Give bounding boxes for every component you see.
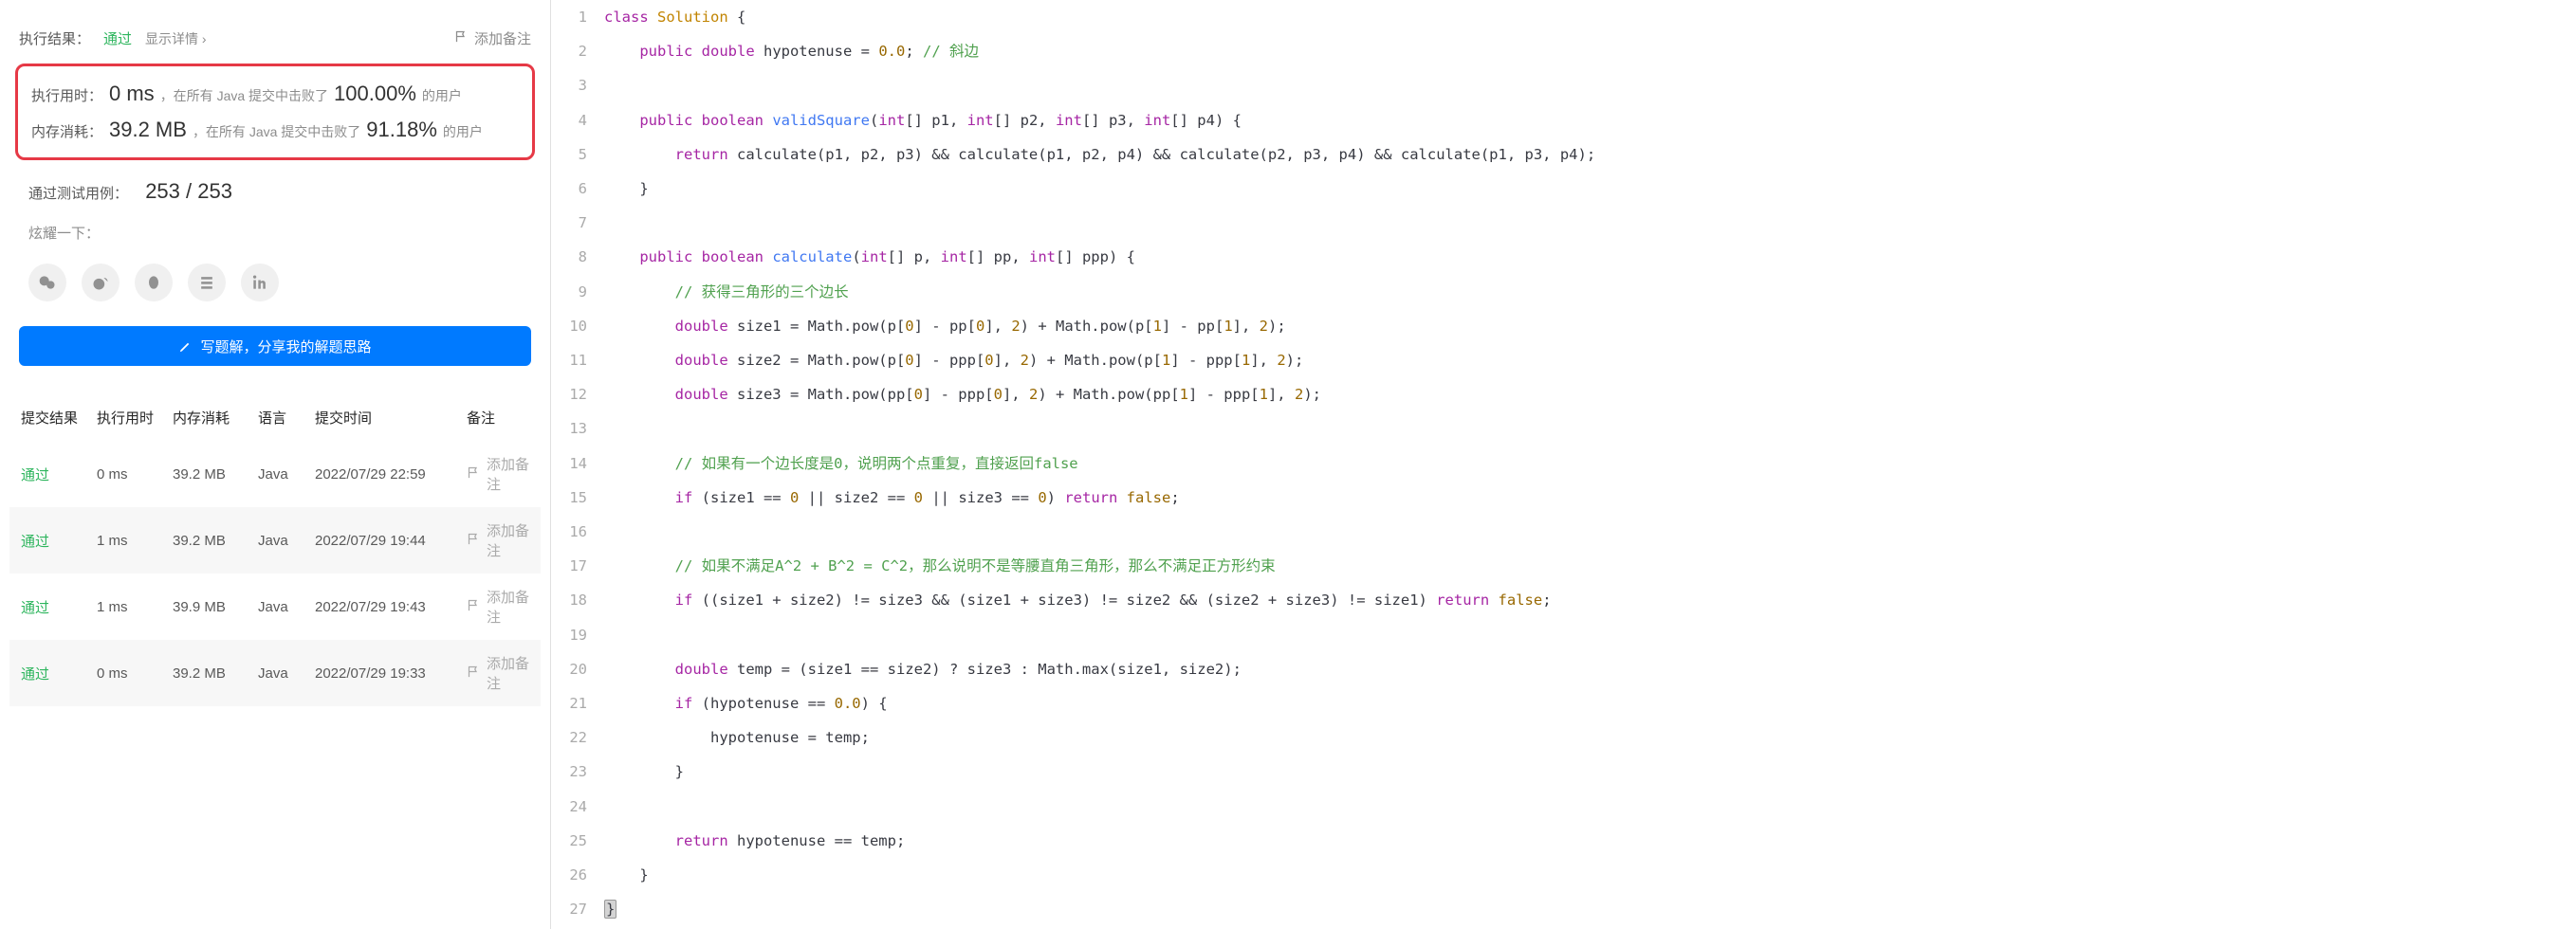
table-row[interactable]: 通过 1 ms39.9 MBJava2022/07/29 19:43添加备注 [9,574,541,640]
testcases-value: 253 / 253 [145,179,232,203]
th-note: 备注 [467,408,529,428]
table-row[interactable]: 通过 0 ms39.2 MBJava2022/07/29 22:59添加备注 [9,441,541,507]
result-header: 执行结果： 通过 显示详情 添加备注 [9,19,541,58]
row-time: 0 ms [97,466,173,483]
memory-text2: 的用户 [443,122,483,141]
runtime-text1: ，在所有 Java 提交中击败了 [160,86,328,105]
row-lang: Java [258,599,315,615]
row-date: 2022/07/29 19:33 [315,665,467,682]
memory-pct: 91.18% [366,118,437,142]
share-icons-row [9,252,541,313]
add-note-label: 添加备注 [474,28,531,48]
write-solution-label: 写题解，分享我的解题思路 [200,337,371,356]
flag-icon [467,465,481,483]
row-result[interactable]: 通过 [21,534,49,550]
testcases-row: 通过测试用例： 253 / 253 [9,170,541,213]
memory-row: 内存消耗： 39.2 MB ，在所有 Java 提交中击败了 91.18% 的用… [31,112,519,148]
wechat-icon[interactable] [28,264,66,301]
code-content[interactable]: class Solution { public double hypotenus… [604,0,2576,929]
runtime-label: 执行用时： [31,85,109,105]
row-mem: 39.2 MB [173,665,258,682]
row-lang: Java [258,665,315,682]
qq-icon[interactable] [135,264,173,301]
row-mem: 39.9 MB [173,599,258,615]
write-solution-button[interactable]: 写题解，分享我的解题思路 [19,326,531,366]
testcases-label: 通过测试用例： [28,186,128,202]
th-date: 提交时间 [315,408,467,428]
memory-text1: ，在所有 Java 提交中击败了 [193,122,360,141]
th-mem: 内存消耗 [173,408,258,428]
runtime-text2: 的用户 [422,86,462,105]
row-date: 2022/07/29 19:44 [315,533,467,549]
row-add-note[interactable]: 添加备注 [467,587,529,627]
row-result[interactable]: 通过 [21,600,49,616]
runtime-pct: 100.00% [334,82,416,106]
memory-label: 内存消耗： [31,121,109,141]
flag-icon [467,665,481,683]
row-lang: Java [258,533,315,549]
row-add-note[interactable]: 添加备注 [467,653,529,693]
linkedin-icon[interactable] [241,264,279,301]
row-add-note[interactable]: 添加备注 [467,520,529,560]
row-date: 2022/07/29 19:43 [315,599,467,615]
table-header: 提交结果 执行用时 内存消耗 语言 提交时间 备注 [9,394,541,441]
weibo-icon[interactable] [82,264,120,301]
flag-icon [467,532,481,550]
table-row[interactable]: 通过 0 ms39.2 MBJava2022/07/29 19:33添加备注 [9,640,541,706]
douban-icon[interactable] [188,264,226,301]
memory-value: 39.2 MB [109,118,187,142]
row-lang: Java [258,466,315,483]
runtime-row: 执行用时： 0 ms ，在所有 Java 提交中击败了 100.00% 的用户 [31,76,519,112]
result-status: 通过 [103,28,132,48]
stats-highlight-box: 执行用时： 0 ms ，在所有 Java 提交中击败了 100.00% 的用户 … [15,64,535,160]
results-panel: 执行结果： 通过 显示详情 添加备注 执行用时： 0 ms ，在所有 Java … [0,0,550,929]
pencil-icon [178,339,193,354]
th-lang: 语言 [258,408,315,428]
flag-icon [467,598,481,616]
row-date: 2022/07/29 22:59 [315,466,467,483]
line-gutter: 1234567891011121314151617181920212223242… [551,0,604,929]
row-add-note[interactable]: 添加备注 [467,454,529,494]
th-time: 执行用时 [97,408,173,428]
row-result[interactable]: 通过 [21,666,49,683]
runtime-value: 0 ms [109,82,155,106]
add-note-button[interactable]: 添加备注 [454,28,531,48]
row-mem: 39.2 MB [173,466,258,483]
submissions-table: 提交结果 执行用时 内存消耗 语言 提交时间 备注 通过0 ms39.2 MBJ… [9,394,541,706]
code-editor[interactable]: 1234567891011121314151617181920212223242… [550,0,2576,929]
row-time: 1 ms [97,533,173,549]
table-row[interactable]: 通过 1 ms39.2 MBJava2022/07/29 19:44添加备注 [9,507,541,574]
show-detail-link[interactable]: 显示详情 [145,29,207,48]
row-time: 0 ms [97,665,173,682]
share-label: 炫耀一下： [9,213,541,252]
row-result[interactable]: 通过 [21,467,49,483]
result-label: 执行结果： [19,28,90,48]
th-result: 提交结果 [21,408,97,428]
row-time: 1 ms [97,599,173,615]
flag-icon [454,29,469,47]
row-mem: 39.2 MB [173,533,258,549]
